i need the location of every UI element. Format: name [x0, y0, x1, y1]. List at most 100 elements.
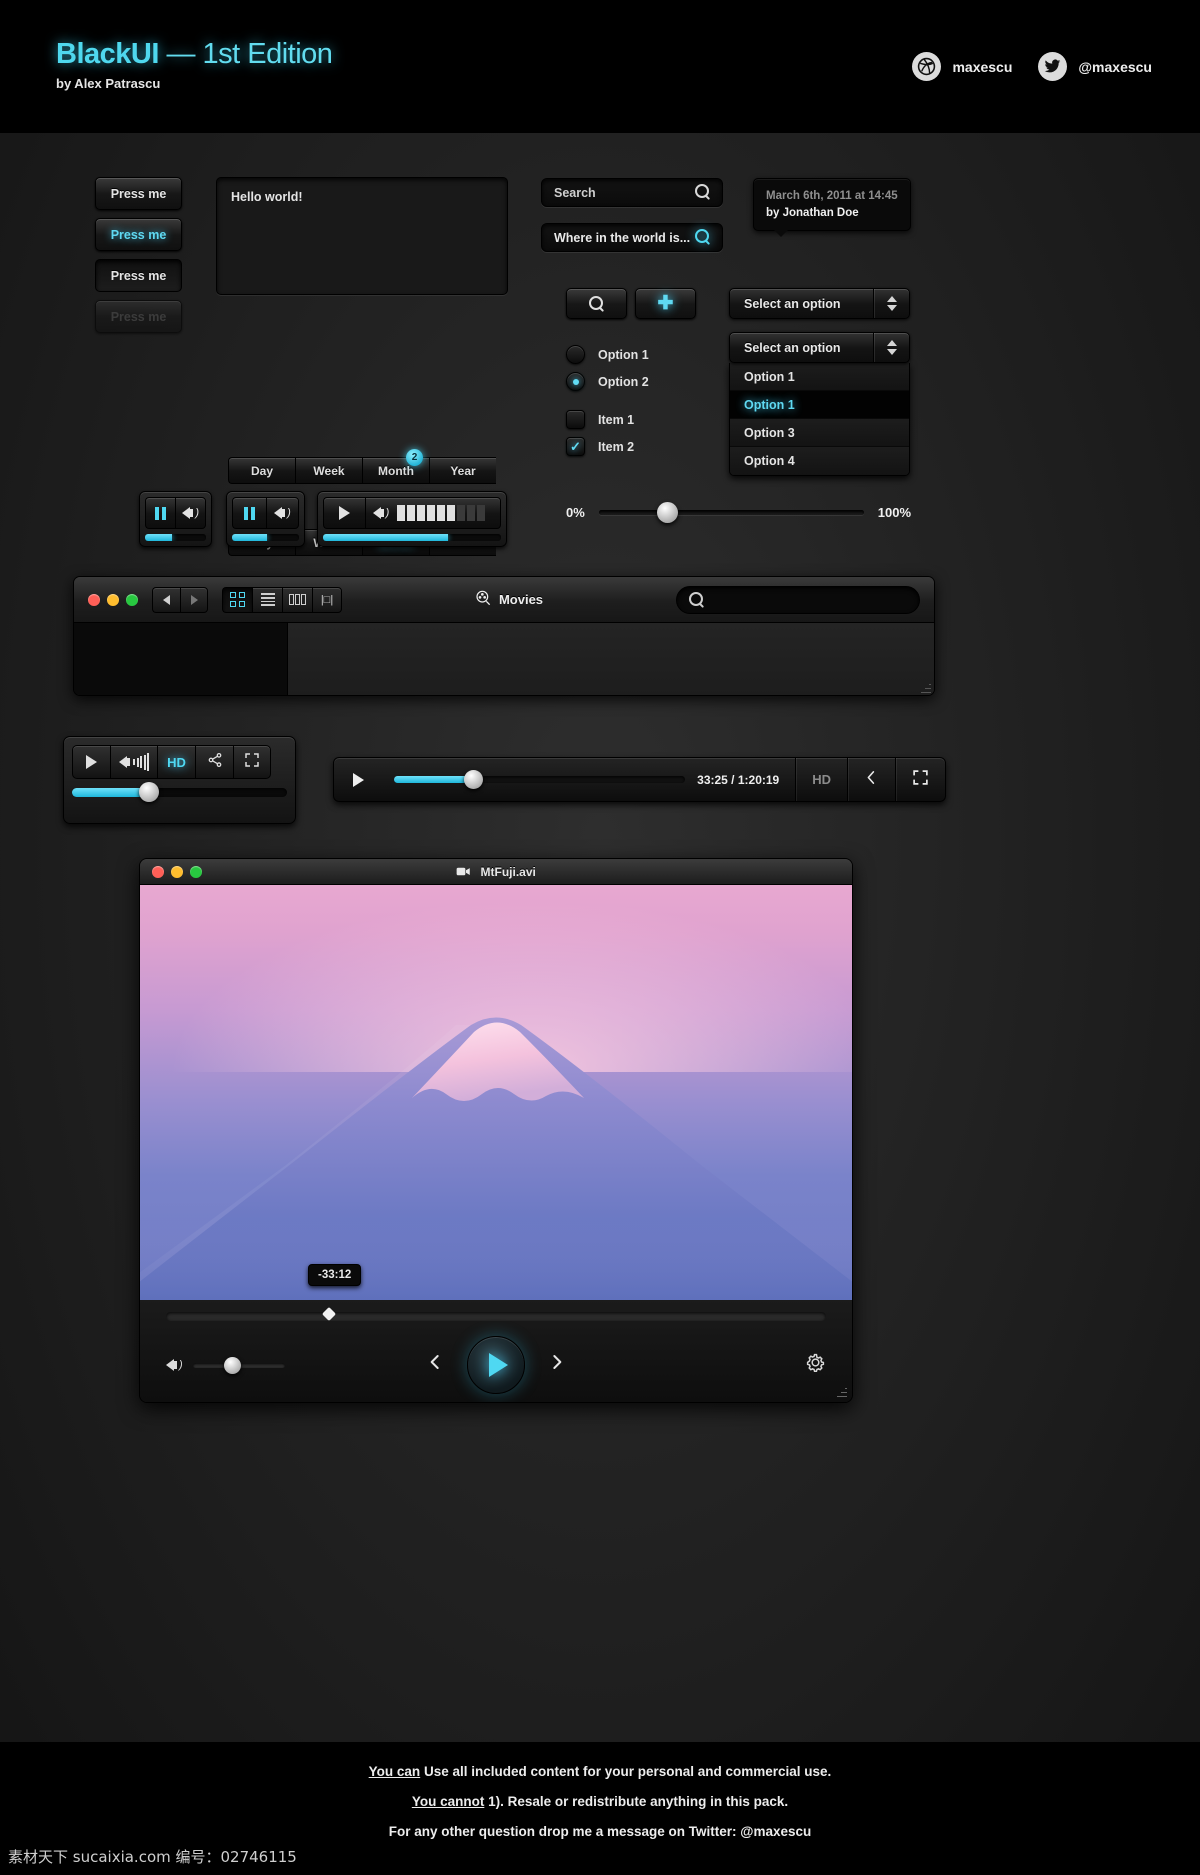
- checkbox-label-item-2: Item 2: [598, 439, 635, 454]
- progress-bar[interactable]: [232, 534, 299, 541]
- settings-button[interactable]: [805, 1352, 826, 1379]
- select-option-2[interactable]: Option 3: [730, 419, 909, 447]
- radio-option-2[interactable]: [566, 372, 585, 391]
- video-seek-track[interactable]: [166, 1306, 826, 1322]
- page-header: BlackUI — 1st Edition by Alex Patrascu m…: [0, 0, 1200, 133]
- search-input-focused[interactable]: Where in the world is...: [541, 223, 723, 252]
- page-root: BlackUI — 1st Edition by Alex Patrascu m…: [0, 0, 1200, 1875]
- search-icon[interactable]: [695, 228, 710, 247]
- play-button[interactable]: [323, 497, 365, 529]
- video-progress-handle[interactable]: [138, 782, 159, 802]
- video-seek-handle[interactable]: [322, 1306, 337, 1322]
- next-button[interactable]: [549, 1353, 565, 1377]
- video-filename: MtFuji.avi: [480, 864, 536, 879]
- dribbble-label: maxescu: [952, 58, 1013, 75]
- slider-handle[interactable]: [657, 502, 679, 523]
- radio-row-option-2[interactable]: Option 2: [566, 372, 649, 391]
- select-open[interactable]: Select an option: [729, 332, 910, 363]
- pause-button[interactable]: [232, 497, 266, 529]
- volume-button[interactable]: ): [175, 497, 206, 529]
- footer-can-text: Use all included content for your person…: [423, 1764, 832, 1779]
- fullscreen-button[interactable]: [233, 745, 271, 779]
- maximize-icon[interactable]: [126, 593, 138, 606]
- play-icon: [339, 506, 350, 520]
- volume-button[interactable]: [110, 745, 157, 779]
- watermark: 素材天下 sucaixia.com 编号：02746115: [8, 1848, 297, 1866]
- radio-label-option-2: Option 2: [598, 374, 649, 389]
- textarea[interactable]: Hello world!: [216, 177, 508, 295]
- pause-icon: [155, 506, 167, 520]
- volume-button[interactable]: ): [265, 497, 299, 529]
- play-button[interactable]: [72, 745, 110, 779]
- radio-option-1[interactable]: [566, 345, 585, 364]
- volume-handle[interactable]: [223, 1356, 241, 1374]
- press-me-button-active[interactable]: Press me: [95, 259, 182, 292]
- radio-row-option-1[interactable]: Option 1: [566, 345, 649, 364]
- play-icon: [86, 755, 97, 769]
- footer-line-3: For any other question drop me a message…: [388, 1824, 812, 1839]
- add-button[interactable]: ✚: [635, 288, 696, 319]
- share-button[interactable]: [847, 758, 895, 801]
- search-icon-button[interactable]: [566, 288, 627, 319]
- search-icon: [689, 592, 704, 607]
- select-option-1[interactable]: Option 1: [730, 391, 909, 419]
- press-me-button-hover[interactable]: Press me: [95, 218, 182, 251]
- resize-handle[interactable]: [919, 681, 931, 693]
- coverflow-view-button[interactable]: |□|: [312, 586, 342, 613]
- volume-meter[interactable]: ): [365, 497, 501, 529]
- checkbox-group: ✓ Item 1 ✓ Item 2: [566, 410, 634, 464]
- twitter-link[interactable]: @maxescu: [1038, 52, 1152, 81]
- search-icon[interactable]: [695, 183, 710, 202]
- column-view-button[interactable]: [282, 586, 312, 613]
- checkbox-row-item-2[interactable]: ✓ Item 2: [566, 437, 634, 456]
- close-icon[interactable]: [88, 593, 100, 606]
- video-progress-track[interactable]: [394, 770, 686, 789]
- chevron-updown-icon[interactable]: [873, 289, 909, 318]
- forward-button[interactable]: [180, 586, 208, 613]
- volume-icon[interactable]: ): [166, 1359, 183, 1371]
- minimize-icon[interactable]: [107, 593, 119, 606]
- volume-track[interactable]: [192, 1356, 285, 1374]
- back-button[interactable]: [152, 586, 180, 613]
- play-button[interactable]: [334, 772, 382, 787]
- hd-button[interactable]: HD: [795, 758, 847, 801]
- fullscreen-button[interactable]: [895, 758, 945, 801]
- segment-week[interactable]: Week: [295, 457, 362, 484]
- progress-bar[interactable]: [145, 534, 206, 541]
- video-canvas[interactable]: -33:12: [140, 885, 852, 1300]
- checkbox-item-2[interactable]: ✓: [566, 437, 585, 456]
- select-option-0[interactable]: Option 1: [730, 363, 909, 391]
- segment-day[interactable]: Day: [228, 457, 295, 484]
- play-button[interactable]: [467, 1336, 525, 1394]
- footer-line-1: You can Use all included content for you…: [369, 1764, 832, 1779]
- hd-button[interactable]: HD: [157, 745, 195, 779]
- list-view-button[interactable]: [252, 586, 282, 613]
- chevron-right-icon: [190, 594, 198, 605]
- pause-button[interactable]: [145, 497, 176, 529]
- progress-bar[interactable]: [323, 534, 501, 541]
- press-me-button-normal[interactable]: Press me: [95, 177, 182, 210]
- checkbox-row-item-1[interactable]: ✓ Item 1: [566, 410, 634, 429]
- previous-button[interactable]: [427, 1353, 443, 1377]
- dribbble-link[interactable]: maxescu: [912, 52, 1012, 81]
- select-option-3[interactable]: Option 4: [730, 447, 909, 475]
- slider-track[interactable]: [598, 502, 864, 523]
- video-progress-handle[interactable]: [463, 770, 483, 789]
- resize-handle[interactable]: [835, 1385, 847, 1397]
- chevron-updown-icon[interactable]: [873, 333, 909, 362]
- video-progress-track[interactable]: [72, 782, 287, 802]
- search-input[interactable]: Search: [541, 178, 723, 207]
- icon-view-button[interactable]: [222, 586, 252, 613]
- finder-body: [74, 623, 934, 695]
- segment-year[interactable]: Year: [429, 457, 496, 484]
- grid-icon: [230, 592, 245, 607]
- checkbox-item-1[interactable]: ✓: [566, 410, 585, 429]
- search-input-placeholder: Search: [554, 185, 596, 200]
- finder-search-input[interactable]: [676, 585, 920, 614]
- share-button[interactable]: [195, 745, 233, 779]
- video-player-controls: ): [140, 1300, 852, 1402]
- select-closed[interactable]: Select an option: [729, 288, 910, 319]
- search-input-value: Where in the world is...: [554, 230, 691, 245]
- tooltip-date: March 6th, 2011 at 14:45: [766, 190, 898, 202]
- tooltip: March 6th, 2011 at 14:45 by Jonathan Doe: [753, 178, 911, 237]
